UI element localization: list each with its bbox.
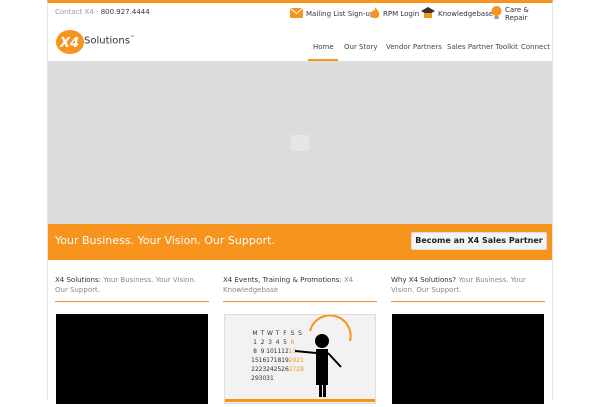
contact-info: Contact X4 - 800.927.4444 — [55, 8, 150, 16]
calendar-day-header: W — [267, 330, 273, 337]
calendar-date: 1 — [253, 339, 257, 346]
column-x4-solutions: X4 Solutions: Your Business. Your Vision… — [55, 275, 209, 404]
calendar-day-header: F — [283, 330, 287, 337]
graduation-cap-icon — [421, 6, 435, 22]
lightbulb-icon — [491, 6, 502, 22]
video-thumbnail[interactable] — [56, 314, 208, 404]
calendar-thumbnail[interactable]: M T W T F S S 1 2 3 4 5 6 8 9 10 11 12 13 15 16 17 18 19 20 21 22 2… — [224, 314, 376, 404]
care-repair-link[interactable]: Care & Repair — [491, 6, 552, 22]
column-heading: X4 Solutions: — [55, 276, 101, 284]
image-placeholder-icon — [291, 135, 309, 151]
nav-home[interactable]: Home — [313, 43, 334, 51]
video-thumbnail[interactable] — [392, 314, 544, 404]
calendar-date: 5 — [283, 339, 287, 346]
rpm-login-link[interactable]: RPM Login — [370, 6, 419, 22]
column-why-x4: Why X4 Solutions? Your Business. Your Vi… — [391, 275, 545, 404]
nav-vendor-partners[interactable]: Vendor Partners — [386, 43, 442, 51]
calendar-date: 3 — [268, 339, 272, 346]
calendar-date: 21 — [296, 357, 304, 364]
calendar-illustration: M T W T F S S1 2 3 4 5 68 9 10 11 12 1315 16 17 18 19 20 2122 2… — [225, 314, 375, 402]
top-bar: Contact X4 - 800.927.4444 Mailing List S… — [48, 3, 552, 23]
logo-wordmark: Solutions — [84, 35, 130, 47]
calendar-day-header: M — [252, 330, 257, 337]
calendar-date: 4 — [276, 339, 280, 346]
calendar-date: 6 — [291, 339, 295, 346]
contact-label: Contact X4 - — [55, 8, 101, 16]
calendar-date: 2 — [261, 339, 265, 346]
page: Contact X4 - 800.927.4444 Mailing List S… — [47, 0, 553, 404]
column-heading: X4 Events, Training & Promotions: — [223, 276, 342, 284]
knowledgebase-link[interactable]: Knowledgebase — [421, 6, 493, 22]
logo[interactable]: X4 — [55, 29, 85, 59]
calendar-date: 8 — [253, 348, 257, 355]
nav-sales-partner-toolkit[interactable]: Sales Partner Toolkit — [447, 43, 518, 51]
become-sales-partner-button[interactable]: Become an X4 Sales Partner — [411, 232, 547, 250]
site-header: X4 Solutions™ Home Our Story Vendor Part… — [48, 23, 552, 62]
mailing-list-link[interactable]: Mailing List Sign-up — [289, 6, 375, 22]
hero-slider[interactable] — [48, 61, 552, 224]
calendar-date: 28 — [296, 366, 304, 373]
column-title: Why X4 Solutions? Your Business. Your Vi… — [391, 275, 545, 302]
tagline-band: Your Business. Your Vision. Our Support.… — [48, 224, 552, 260]
calendar-day-header: S — [298, 330, 302, 337]
calendar-date: 31 — [266, 375, 274, 382]
svg-text:X4: X4 — [59, 36, 79, 51]
logo-text: Solutions™ — [84, 35, 135, 46]
nav-connect[interactable]: Connect — [521, 43, 550, 51]
column-events-training: X4 Events, Training & Promotions: X4 Kno… — [223, 275, 377, 404]
column-title: X4 Events, Training & Promotions: X4 Kno… — [223, 275, 377, 302]
knowledgebase-label: Knowledgebase — [438, 10, 494, 18]
envelope-icon — [289, 7, 304, 20]
flame-icon — [370, 6, 380, 22]
tagline: Your Business. Your Vision. Our Support. — [55, 234, 275, 247]
x4-logo-mark: X4 — [56, 30, 84, 54]
nav-our-story[interactable]: Our Story — [344, 43, 378, 51]
calendar-day-header: T — [275, 330, 280, 337]
column-title: X4 Solutions: Your Business. Your Vision… — [55, 275, 209, 302]
contact-phone[interactable]: 800.927.4444 — [101, 8, 150, 16]
column-heading: Why X4 Solutions? — [391, 276, 457, 284]
rpm-login-label: RPM Login — [383, 10, 420, 18]
calendar-date: 9 — [261, 348, 265, 355]
mailing-list-label: Mailing List Sign-up — [306, 10, 375, 18]
logo-trademark: ™ — [129, 35, 135, 41]
calendar-day-header: T — [260, 330, 265, 337]
calendar-day-header: S — [291, 330, 295, 337]
care-repair-label: Care & Repair — [505, 6, 529, 22]
